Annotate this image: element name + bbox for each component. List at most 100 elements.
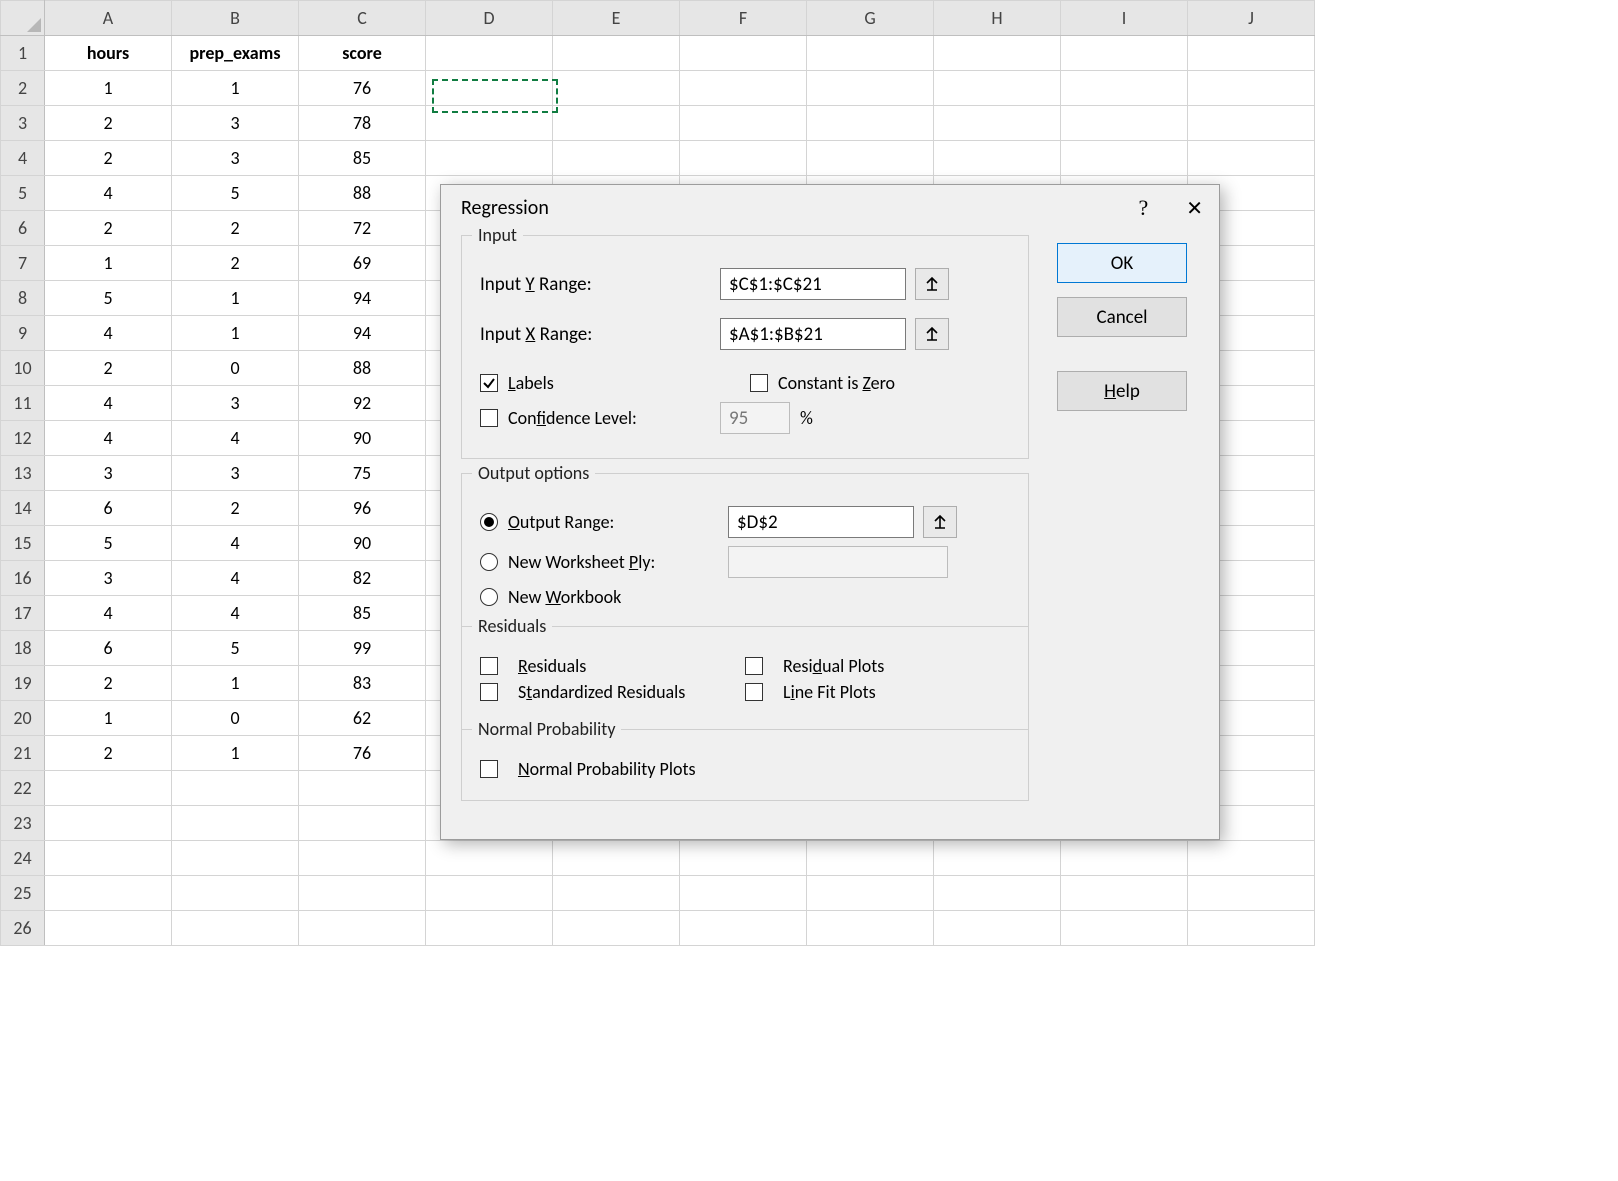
- row-header[interactable]: 19: [1, 666, 45, 701]
- row-header[interactable]: 14: [1, 491, 45, 526]
- cell[interactable]: [172, 806, 299, 841]
- column-header[interactable]: E: [553, 1, 680, 36]
- cell[interactable]: [45, 841, 172, 876]
- cell[interactable]: 2: [172, 491, 299, 526]
- cell[interactable]: hours: [45, 36, 172, 71]
- cell[interactable]: [299, 841, 426, 876]
- normal-plots-checkbox[interactable]: [480, 760, 498, 778]
- cell[interactable]: 1: [45, 701, 172, 736]
- cell[interactable]: [299, 876, 426, 911]
- cell[interactable]: [680, 36, 807, 71]
- residual-plots-checkbox[interactable]: [745, 657, 763, 675]
- cell[interactable]: 2: [45, 106, 172, 141]
- cell[interactable]: 78: [299, 106, 426, 141]
- cell[interactable]: [1188, 876, 1315, 911]
- cell[interactable]: 4: [172, 526, 299, 561]
- cell[interactable]: prep_exams: [172, 36, 299, 71]
- cell[interactable]: 3: [172, 141, 299, 176]
- row-header[interactable]: 8: [1, 281, 45, 316]
- row-header[interactable]: 5: [1, 176, 45, 211]
- cell[interactable]: [45, 876, 172, 911]
- row-header[interactable]: 1: [1, 36, 45, 71]
- cell[interactable]: [934, 106, 1061, 141]
- cell[interactable]: 3: [172, 386, 299, 421]
- cell[interactable]: [1061, 841, 1188, 876]
- cell[interactable]: [299, 806, 426, 841]
- cell[interactable]: [1061, 106, 1188, 141]
- row-header[interactable]: 11: [1, 386, 45, 421]
- cell[interactable]: [807, 106, 934, 141]
- row-header[interactable]: 7: [1, 246, 45, 281]
- collapse-range-icon[interactable]: [923, 506, 957, 538]
- cell[interactable]: [680, 911, 807, 946]
- cell[interactable]: [934, 911, 1061, 946]
- help-button[interactable]: Help: [1057, 371, 1187, 411]
- cell[interactable]: [299, 771, 426, 806]
- cell[interactable]: [172, 876, 299, 911]
- column-header[interactable]: D: [426, 1, 553, 36]
- cell[interactable]: 75: [299, 456, 426, 491]
- dialog-help-icon[interactable]: ?: [1138, 195, 1148, 221]
- row-header[interactable]: 18: [1, 631, 45, 666]
- input-x-range[interactable]: [720, 318, 906, 350]
- cell[interactable]: 3: [172, 106, 299, 141]
- cell[interactable]: [680, 141, 807, 176]
- cell[interactable]: [807, 876, 934, 911]
- std-residuals-checkbox[interactable]: [480, 683, 498, 701]
- cell[interactable]: [426, 841, 553, 876]
- cell[interactable]: [172, 771, 299, 806]
- cell[interactable]: 82: [299, 561, 426, 596]
- cell[interactable]: 2: [45, 351, 172, 386]
- cell[interactable]: 2: [172, 211, 299, 246]
- cell[interactable]: 2: [45, 736, 172, 771]
- column-header[interactable]: C: [299, 1, 426, 36]
- cell[interactable]: [426, 36, 553, 71]
- cell[interactable]: 90: [299, 421, 426, 456]
- cell[interactable]: 2: [45, 141, 172, 176]
- new-worksheet-radio[interactable]: [480, 553, 498, 571]
- row-header[interactable]: 25: [1, 876, 45, 911]
- cell[interactable]: [807, 36, 934, 71]
- cell[interactable]: [1061, 36, 1188, 71]
- row-header[interactable]: 20: [1, 701, 45, 736]
- cell[interactable]: 1: [172, 666, 299, 701]
- row-header[interactable]: 16: [1, 561, 45, 596]
- cell[interactable]: 69: [299, 246, 426, 281]
- cell[interactable]: 62: [299, 701, 426, 736]
- labels-checkbox[interactable]: [480, 374, 498, 392]
- cell[interactable]: 83: [299, 666, 426, 701]
- cell[interactable]: [299, 911, 426, 946]
- column-header[interactable]: A: [45, 1, 172, 36]
- column-header[interactable]: B: [172, 1, 299, 36]
- row-header[interactable]: 12: [1, 421, 45, 456]
- row-header[interactable]: 3: [1, 106, 45, 141]
- cell[interactable]: 1: [172, 71, 299, 106]
- input-y-range[interactable]: [720, 268, 906, 300]
- cell[interactable]: 0: [172, 351, 299, 386]
- row-header[interactable]: 23: [1, 806, 45, 841]
- cell[interactable]: [426, 911, 553, 946]
- cell[interactable]: 6: [45, 491, 172, 526]
- cell[interactable]: 5: [45, 281, 172, 316]
- cell[interactable]: 0: [172, 701, 299, 736]
- new-worksheet-name[interactable]: [728, 546, 948, 578]
- cell[interactable]: 5: [172, 176, 299, 211]
- output-range-value[interactable]: [728, 506, 914, 538]
- cell[interactable]: 3: [172, 456, 299, 491]
- cell[interactable]: 3: [45, 561, 172, 596]
- line-fit-checkbox[interactable]: [745, 683, 763, 701]
- residuals-checkbox[interactable]: [480, 657, 498, 675]
- cell[interactable]: 5: [172, 631, 299, 666]
- ok-button[interactable]: OK: [1057, 243, 1187, 283]
- select-all-corner[interactable]: [1, 1, 45, 36]
- column-header[interactable]: H: [934, 1, 1061, 36]
- cell[interactable]: [807, 141, 934, 176]
- cell[interactable]: [934, 876, 1061, 911]
- cell[interactable]: [807, 841, 934, 876]
- row-header[interactable]: 2: [1, 71, 45, 106]
- cell[interactable]: [172, 841, 299, 876]
- cell[interactable]: [1061, 71, 1188, 106]
- cell[interactable]: 85: [299, 141, 426, 176]
- cell[interactable]: 4: [45, 176, 172, 211]
- cell[interactable]: [1061, 911, 1188, 946]
